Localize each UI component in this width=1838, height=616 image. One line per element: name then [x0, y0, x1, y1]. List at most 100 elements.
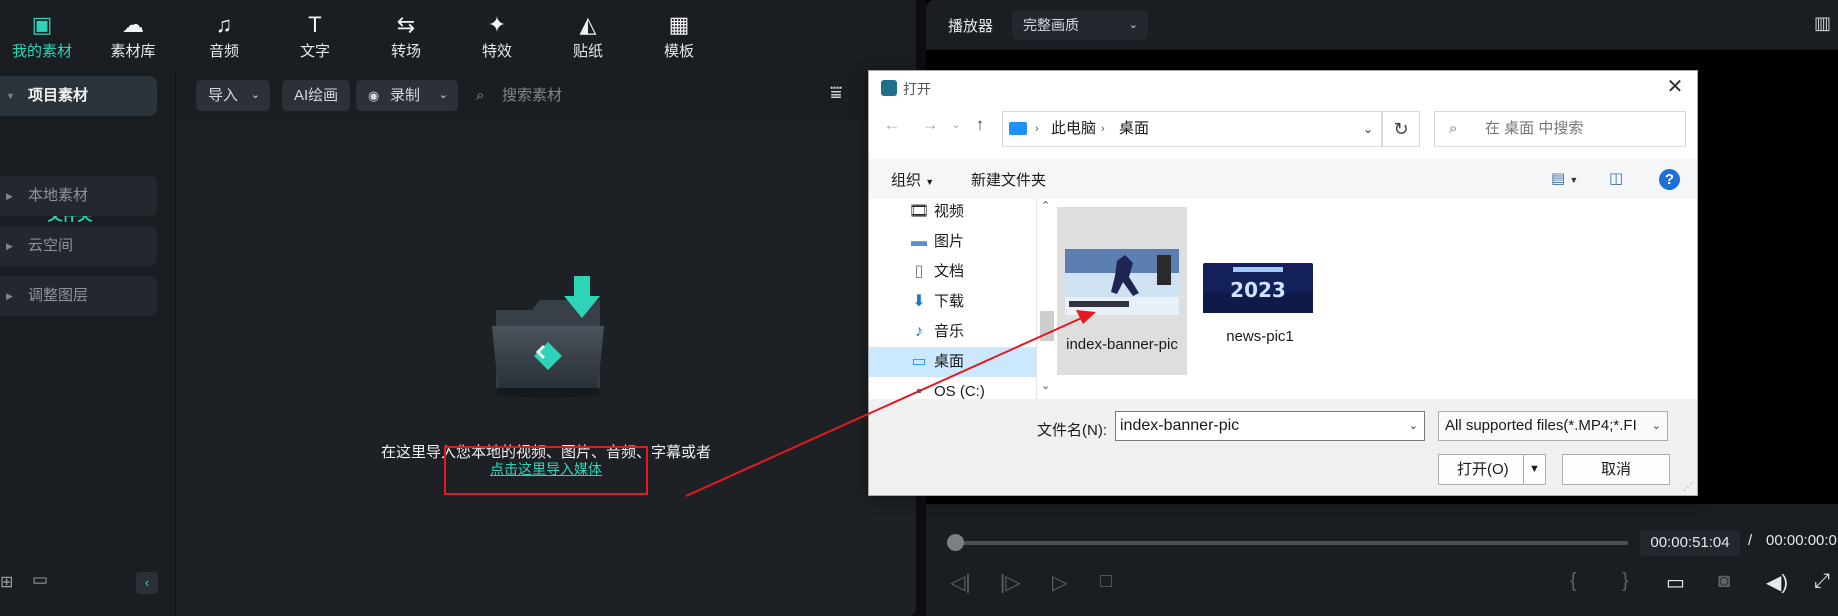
- file-item[interactable]: index-banner-pic: [1057, 207, 1187, 375]
- mark-in-icon[interactable]: {: [1570, 570, 1577, 593]
- volume-icon[interactable]: ◀): [1766, 570, 1788, 595]
- playback-scrubber[interactable]: [947, 534, 964, 551]
- sidebar-item-project-media[interactable]: ▼ 项目素材: [0, 76, 157, 116]
- recent-locations-icon[interactable]: ⌄: [945, 113, 967, 137]
- display-icon[interactable]: ▭: [1666, 570, 1685, 595]
- close-icon[interactable]: ✕: [1661, 73, 1689, 101]
- tool-sticker[interactable]: ◭ 贴纸: [543, 10, 633, 61]
- tool-label: 音频: [208, 43, 239, 60]
- scroll-up-icon[interactable]: ⌃: [1041, 199, 1050, 212]
- back-arrow-icon[interactable]: ←: [881, 113, 903, 137]
- nav-item-label: 文档: [934, 263, 965, 280]
- up-arrow-icon[interactable]: ↑: [969, 113, 991, 137]
- stop-icon[interactable]: □: [1100, 570, 1112, 593]
- file-type-select[interactable]: All supported files(*.MP4;*.FI ⌄: [1438, 411, 1668, 441]
- nav-item-music[interactable]: ♪ 音乐: [869, 317, 1036, 347]
- library-icon: ☁: [122, 12, 144, 37]
- nav-item-os-drive[interactable]: ▪ OS (C:): [869, 377, 1036, 399]
- next-frame-icon[interactable]: |▷: [1000, 570, 1021, 595]
- nav-item-pictures[interactable]: ▬ 图片: [869, 227, 1036, 257]
- previous-frame-icon[interactable]: ◁|: [950, 570, 971, 595]
- playback-progress-track[interactable]: [956, 541, 1628, 545]
- collapse-sidebar-icon[interactable]: ‹: [136, 572, 158, 594]
- mark-out-icon[interactable]: }: [1622, 570, 1629, 593]
- tool-transition[interactable]: ⇆ 转场: [361, 10, 451, 61]
- media-toolbar: 导入 ⌄ AI绘画 ◉ 录制 ⌄ ⌕ 搜索素材 ⩸: [176, 70, 916, 120]
- chart-icon[interactable]: ▥: [1814, 13, 1831, 34]
- address-bar[interactable]: › 此电脑 › 桌面 ⌄: [1002, 111, 1382, 147]
- text-icon: T: [308, 12, 322, 37]
- sidebar-item-label: 项目素材: [28, 87, 89, 104]
- help-icon[interactable]: ?: [1659, 169, 1680, 190]
- file-item[interactable]: 2023 news-pic1: [1195, 207, 1325, 375]
- filter-icon[interactable]: ⩸: [830, 82, 842, 105]
- chevron-down-icon: ⌄: [1128, 19, 1138, 31]
- quality-value: 完整画质: [1023, 17, 1079, 33]
- record-button[interactable]: ◉ 录制 ⌄: [356, 80, 458, 111]
- nav-item-videos[interactable]: 🎞 视频: [869, 199, 1036, 227]
- sidebar-item-adjust-layer[interactable]: ▶ 调整图层: [0, 276, 157, 316]
- chevron-right-icon: ›: [1101, 123, 1105, 135]
- view-options-icon[interactable]: ▤ ▼: [1551, 169, 1578, 187]
- new-folder-button[interactable]: 新建文件夹: [971, 169, 1046, 190]
- filename-input[interactable]: index-banner-pic ⌄: [1115, 411, 1425, 441]
- sidebar-footer: ⊞ ▭ ‹: [0, 570, 176, 596]
- nav-item-documents[interactable]: ▯ 文档: [869, 257, 1036, 287]
- breadcrumb-item[interactable]: 此电脑: [1051, 112, 1096, 146]
- add-folder-icon[interactable]: ⊞: [0, 572, 13, 592]
- tool-text[interactable]: T 文字: [270, 10, 360, 61]
- quality-select[interactable]: 完整画质 ⌄: [1012, 10, 1148, 40]
- play-icon[interactable]: ▷: [1052, 570, 1067, 595]
- sidebar-item-cloud[interactable]: ▶ 云空间: [0, 226, 157, 266]
- record-icon: ◉: [368, 88, 380, 103]
- file-thumbnail: 2023: [1203, 263, 1313, 313]
- tool-label: 转场: [390, 43, 421, 60]
- timecode-separator: /: [1748, 532, 1753, 549]
- dialog-search-input[interactable]: ⌕ 在 桌面 中搜索: [1434, 111, 1686, 147]
- media-icon: ▣: [31, 12, 53, 37]
- chevron-down-icon[interactable]: ⌄: [1409, 412, 1418, 440]
- import-folder-icon: [492, 276, 604, 398]
- cancel-button[interactable]: 取消: [1562, 454, 1670, 485]
- sidebar-item-label: 本地素材: [28, 187, 89, 204]
- music-note-icon: ♪: [915, 323, 923, 340]
- nav-scrollbar[interactable]: ⌃ ⌄: [1037, 199, 1057, 399]
- chevron-down-icon: ⌄: [250, 89, 260, 101]
- forward-arrow-icon[interactable]: →: [919, 113, 941, 137]
- tool-label: 文字: [299, 43, 330, 60]
- tool-label: 贴纸: [572, 43, 603, 60]
- folder-icon[interactable]: ▭: [32, 570, 48, 590]
- scroll-thumb[interactable]: [1040, 311, 1054, 341]
- record-label: 录制: [390, 87, 421, 104]
- tool-my-media[interactable]: ▣ 我的素材: [0, 10, 87, 61]
- tool-template[interactable]: ▦ 模板: [634, 10, 724, 61]
- tool-effects[interactable]: ✦ 特效: [452, 10, 542, 61]
- tool-audio[interactable]: ♫ 音频: [179, 10, 269, 61]
- media-sidebar: ▼ 项目素材 文件夹 ▶ 本地素材 ▶ 云空间 ▶ 调整图层 ⊞ ▭ ‹: [0, 70, 176, 616]
- search-icon: ⌕: [476, 87, 485, 104]
- sidebar-item-local-media[interactable]: ▶ 本地素材: [0, 176, 157, 216]
- preview-pane-icon[interactable]: ◫: [1609, 169, 1623, 187]
- player-header: 播放器 完整画质 ⌄ ▥: [926, 0, 1838, 50]
- chevron-down-icon[interactable]: ⌄: [1363, 112, 1373, 146]
- ai-paint-button[interactable]: AI绘画: [282, 80, 351, 111]
- drive-icon: ▪: [916, 383, 922, 399]
- import-button[interactable]: 导入 ⌄: [196, 80, 270, 111]
- resize-grip-icon[interactable]: ⋰: [1683, 482, 1693, 493]
- nav-item-downloads[interactable]: ⬇ 下载: [869, 287, 1036, 317]
- chevron-down-icon: ⌄: [438, 89, 448, 101]
- scroll-down-icon[interactable]: ⌄: [1041, 379, 1050, 392]
- caret-down-icon[interactable]: ▼: [1523, 455, 1545, 484]
- refresh-icon[interactable]: ↻: [1382, 111, 1420, 147]
- media-search-input[interactable]: ⌕ 搜索素材: [472, 80, 772, 111]
- snapshot-icon[interactable]: ◙: [1718, 570, 1730, 593]
- nav-item-label: 视频: [934, 203, 965, 220]
- tool-library[interactable]: ☁ 素材库: [88, 10, 178, 61]
- organize-button[interactable]: 组织 ▼: [891, 169, 934, 190]
- file-list: index-banner-pic 2023 news-pic1: [1057, 199, 1697, 399]
- breadcrumb-item[interactable]: 桌面: [1119, 112, 1149, 146]
- nav-item-desktop[interactable]: ▭ 桌面: [869, 347, 1036, 377]
- open-button[interactable]: 打开(O) ▼: [1438, 454, 1546, 485]
- fullscreen-icon[interactable]: ⤢: [1814, 570, 1830, 593]
- caret-right-icon: ▶: [6, 241, 13, 251]
